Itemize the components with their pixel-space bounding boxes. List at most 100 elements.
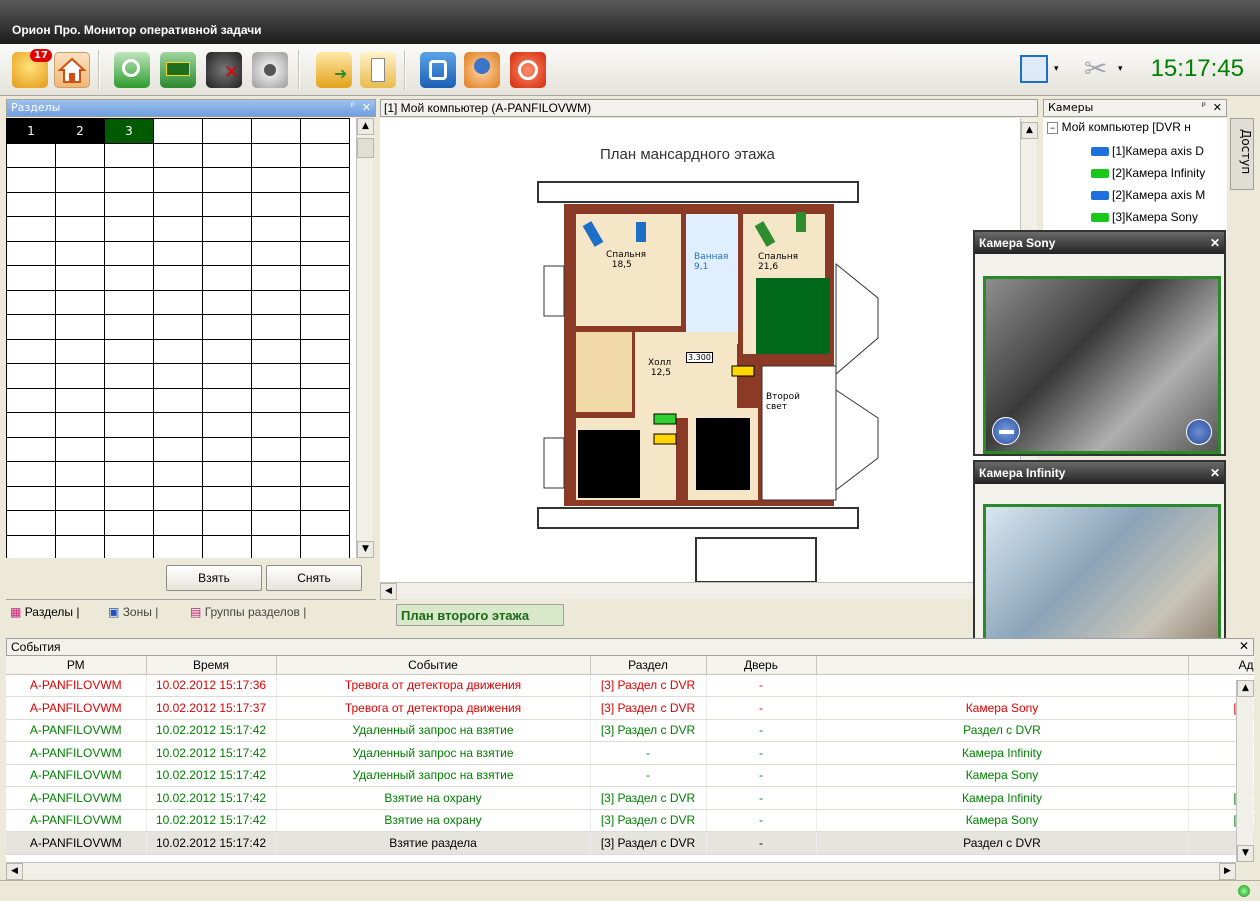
section-cell[interactable]: [300, 142, 350, 168]
tab-second-floor-plan[interactable]: План второго этажа: [396, 604, 564, 626]
section-cell[interactable]: [55, 265, 105, 291]
section-cell[interactable]: [251, 289, 301, 315]
section-cell[interactable]: [55, 240, 105, 266]
event-row[interactable]: A-PANFILOVWM 10.02.2012 15:17:42 Удаленный…: [6, 719, 1254, 742]
section-cell[interactable]: [55, 314, 105, 340]
section-cell[interactable]: [251, 510, 301, 536]
section-cell[interactable]: [6, 534, 56, 558]
scroll-down-icon[interactable]: ▼: [357, 541, 374, 558]
sections-scrollbar[interactable]: ▲ ▼: [356, 118, 374, 558]
section-cell[interactable]: [202, 412, 252, 438]
section-cell-3[interactable]: 3: [104, 118, 154, 144]
section-cell[interactable]: [104, 363, 154, 389]
section-cell[interactable]: [6, 240, 56, 266]
section-cell[interactable]: [153, 338, 203, 364]
section-cell[interactable]: [202, 142, 252, 168]
section-cell[interactable]: [202, 363, 252, 389]
section-cell[interactable]: [202, 167, 252, 193]
section-cell[interactable]: [300, 289, 350, 315]
section-cell[interactable]: [55, 216, 105, 242]
section-cell[interactable]: [6, 412, 56, 438]
section-cell[interactable]: [6, 142, 56, 168]
scroll-right-icon[interactable]: ▶: [1219, 863, 1236, 880]
section-cell[interactable]: [6, 216, 56, 242]
section-cell[interactable]: [104, 216, 154, 242]
events-vscrollbar[interactable]: ▲ ▼: [1236, 680, 1254, 862]
tab-sections[interactable]: ▦ Разделы |: [10, 601, 79, 623]
section-cell[interactable]: [300, 167, 350, 193]
event-row[interactable]: A-PANFILOVWM 10.02.2012 15:17:36 Тревога о…: [6, 674, 1254, 697]
section-cell[interactable]: [104, 167, 154, 193]
section-cell[interactable]: [153, 461, 203, 487]
section-cell[interactable]: [251, 461, 301, 487]
col-header-time[interactable]: Время: [146, 656, 277, 675]
lock-button[interactable]: [420, 52, 456, 88]
section-cell[interactable]: [55, 461, 105, 487]
section-cell[interactable]: [251, 338, 301, 364]
section-cell[interactable]: [300, 387, 350, 413]
clipboard-in-button[interactable]: ➜: [316, 52, 352, 88]
section-cell[interactable]: [202, 289, 252, 315]
section-cell[interactable]: [104, 485, 154, 511]
section-cell[interactable]: [202, 240, 252, 266]
alarm-bulb-button[interactable]: 17: [12, 49, 52, 88]
section-cell[interactable]: [300, 240, 350, 266]
section-cell[interactable]: [153, 363, 203, 389]
section-cell[interactable]: [104, 461, 154, 487]
minimize-button[interactable]: [992, 417, 1020, 445]
section-cell[interactable]: [6, 314, 56, 340]
section-cell[interactable]: [251, 412, 301, 438]
section-cell[interactable]: [202, 191, 252, 217]
section-cell[interactable]: [153, 191, 203, 217]
camera-video-sony[interactable]: [983, 276, 1221, 454]
close-icon[interactable]: ✕: [1239, 639, 1249, 653]
section-cell[interactable]: [55, 338, 105, 364]
section-cell[interactable]: [55, 534, 105, 558]
event-row[interactable]: A-PANFILOVWM 10.02.2012 15:17:42 Взятие ра…: [6, 831, 1254, 855]
section-cell[interactable]: [104, 240, 154, 266]
section-cell[interactable]: [251, 363, 301, 389]
power-button[interactable]: [510, 52, 546, 88]
event-row[interactable]: A-PANFILOVWM 10.02.2012 15:17:42 Взятие на…: [6, 786, 1254, 810]
section-cell[interactable]: [251, 534, 301, 558]
section-cell[interactable]: [153, 167, 203, 193]
scroll-thumb[interactable]: [357, 138, 374, 158]
collapse-icon[interactable]: −: [1047, 122, 1059, 134]
close-icon[interactable]: ✕: [1210, 236, 1220, 250]
event-row[interactable]: A-PANFILOVWM 10.02.2012 15:17:37 Тревога о…: [6, 696, 1254, 720]
tree-camera-item[interactable]: [3]Камера Sony: [1091, 210, 1198, 224]
section-cell[interactable]: [6, 387, 56, 413]
section-cell[interactable]: [300, 118, 350, 144]
section-cell[interactable]: [251, 216, 301, 242]
section-cell[interactable]: [202, 510, 252, 536]
sound-mute-icon[interactable]: [1186, 419, 1212, 445]
section-cell[interactable]: [300, 461, 350, 487]
section-cell[interactable]: [202, 118, 252, 144]
section-cell[interactable]: [251, 314, 301, 340]
settings-button[interactable]: ✂ ▾: [1082, 52, 1126, 88]
home-button[interactable]: [54, 52, 90, 88]
section-cell[interactable]: [153, 387, 203, 413]
section-cell[interactable]: [300, 338, 350, 364]
section-cell[interactable]: [153, 289, 203, 315]
scroll-left-icon[interactable]: ◀: [380, 583, 397, 600]
section-cell[interactable]: [300, 265, 350, 291]
section-cell[interactable]: [300, 510, 350, 536]
events-hscrollbar[interactable]: ◀ ▶: [6, 862, 1236, 880]
section-cell[interactable]: [251, 240, 301, 266]
section-cell[interactable]: [251, 191, 301, 217]
section-cell[interactable]: [300, 314, 350, 340]
close-icon[interactable]: ✕: [362, 101, 371, 114]
section-cell[interactable]: [6, 363, 56, 389]
section-cell[interactable]: [104, 191, 154, 217]
section-cell[interactable]: [300, 534, 350, 558]
section-cell[interactable]: [104, 142, 154, 168]
section-cell[interactable]: [6, 510, 56, 536]
tree-camera-item[interactable]: [2]Камера Infinity: [1091, 166, 1205, 180]
map-hscrollbar[interactable]: ◀: [380, 582, 1020, 600]
tab-section-groups[interactable]: ▤ Группы разделов |: [190, 601, 306, 623]
col-header-pm[interactable]: РМ: [6, 656, 147, 675]
section-cell[interactable]: [251, 167, 301, 193]
section-cell[interactable]: [202, 387, 252, 413]
section-cell[interactable]: [104, 289, 154, 315]
